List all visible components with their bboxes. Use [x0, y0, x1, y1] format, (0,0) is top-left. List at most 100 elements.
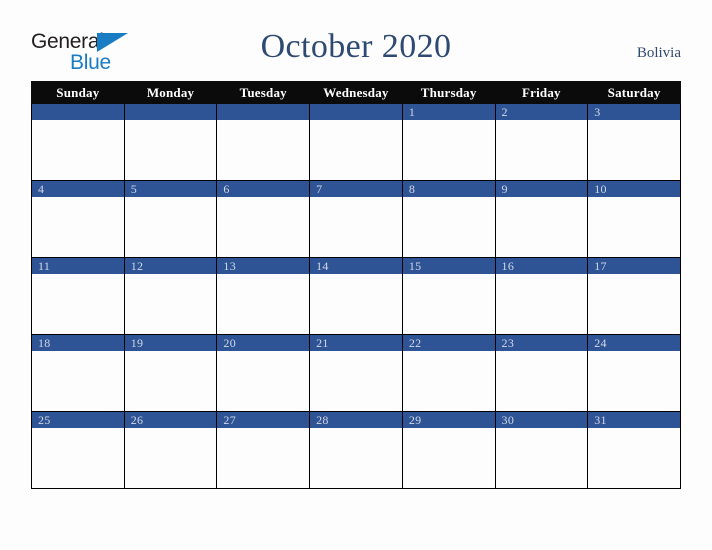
day-events-area[interactable] [588, 274, 680, 334]
day-events-area[interactable] [217, 351, 310, 411]
day-cell[interactable]: 2 [494, 103, 589, 181]
day-cell[interactable]: 11 [31, 257, 125, 335]
day-events-area[interactable] [32, 197, 124, 257]
day-cell[interactable]: 3 [587, 103, 681, 181]
day-events-area[interactable] [588, 120, 680, 180]
day-number: 19 [124, 335, 217, 351]
day-events-area[interactable] [124, 197, 217, 257]
day-number: 8 [402, 181, 495, 197]
day-cell[interactable]: 16 [494, 257, 589, 335]
day-cell[interactable]: 24 [587, 334, 681, 412]
day-cell[interactable]: 4 [31, 180, 125, 258]
day-events-area[interactable] [588, 197, 680, 257]
day-number: 31 [588, 412, 680, 428]
day-number: 6 [217, 181, 310, 197]
weekday-header-sunday: Sunday [31, 81, 125, 104]
day-cell[interactable]: 23 [494, 334, 589, 412]
day-cell[interactable]: 27 [216, 411, 311, 489]
day-cell[interactable]: 7 [309, 180, 403, 258]
day-cell[interactable]: 15 [401, 257, 496, 335]
day-events-area[interactable] [217, 197, 310, 257]
day-cell[interactable] [216, 103, 311, 181]
day-events-area[interactable] [310, 351, 402, 411]
day-events-area[interactable] [495, 274, 588, 334]
day-events-area[interactable] [495, 351, 588, 411]
day-events-area[interactable] [124, 274, 217, 334]
day-events-area[interactable] [32, 120, 124, 180]
day-events-area[interactable] [217, 120, 310, 180]
day-number: 17 [588, 258, 680, 274]
day-events-area[interactable] [402, 120, 495, 180]
calendar-container: Sunday Monday Tuesday Wednesday Thursday… [31, 81, 681, 489]
day-events-area[interactable] [124, 351, 217, 411]
day-number [217, 104, 310, 120]
calendar-week-row: 11 12 13 14 15 16 17 [31, 257, 681, 335]
calendar-table: Sunday Monday Tuesday Wednesday Thursday… [31, 81, 681, 489]
day-number: 18 [32, 335, 124, 351]
day-events-area[interactable] [32, 274, 124, 334]
day-cell[interactable]: 19 [123, 334, 218, 412]
day-number: 29 [402, 412, 495, 428]
day-events-area[interactable] [124, 428, 217, 488]
day-cell[interactable]: 28 [309, 411, 403, 489]
day-events-area[interactable] [402, 428, 495, 488]
day-events-area[interactable] [495, 197, 588, 257]
day-events-area[interactable] [310, 274, 402, 334]
day-events-area[interactable] [32, 351, 124, 411]
day-cell[interactable]: 18 [31, 334, 125, 412]
day-cell[interactable]: 10 [587, 180, 681, 258]
day-cell[interactable]: 17 [587, 257, 681, 335]
calendar-week-row: 18 19 20 21 22 23 24 [31, 334, 681, 412]
day-number: 27 [217, 412, 310, 428]
day-events-area[interactable] [217, 274, 310, 334]
day-number: 23 [495, 335, 588, 351]
day-events-area[interactable] [402, 274, 495, 334]
day-cell[interactable]: 5 [123, 180, 218, 258]
day-cell[interactable]: 29 [401, 411, 496, 489]
day-number [32, 104, 124, 120]
day-cell[interactable] [123, 103, 218, 181]
day-cell[interactable]: 9 [494, 180, 589, 258]
day-cell[interactable] [309, 103, 403, 181]
day-cell[interactable]: 13 [216, 257, 311, 335]
day-cell[interactable]: 1 [401, 103, 496, 181]
day-events-area[interactable] [588, 351, 680, 411]
day-number: 28 [310, 412, 402, 428]
weekday-header-friday: Friday [494, 81, 589, 104]
day-cell[interactable]: 12 [123, 257, 218, 335]
day-number: 10 [588, 181, 680, 197]
day-events-area[interactable] [402, 351, 495, 411]
day-cell[interactable]: 21 [309, 334, 403, 412]
day-cell[interactable]: 22 [401, 334, 496, 412]
day-events-area[interactable] [217, 428, 310, 488]
day-cell[interactable]: 20 [216, 334, 311, 412]
day-events-area[interactable] [495, 428, 588, 488]
day-number: 14 [310, 258, 402, 274]
day-events-area[interactable] [124, 120, 217, 180]
day-events-area[interactable] [402, 197, 495, 257]
day-cell[interactable]: 8 [401, 180, 496, 258]
calendar-week-row: 4 5 6 7 8 9 10 [31, 180, 681, 258]
day-number: 3 [588, 104, 680, 120]
day-cell[interactable] [31, 103, 125, 181]
day-number: 5 [124, 181, 217, 197]
day-events-area[interactable] [310, 120, 402, 180]
day-number: 20 [217, 335, 310, 351]
day-cell[interactable]: 26 [123, 411, 218, 489]
day-cell[interactable]: 31 [587, 411, 681, 489]
day-number: 2 [495, 104, 588, 120]
weekday-header-tuesday: Tuesday [216, 81, 311, 104]
day-cell[interactable]: 25 [31, 411, 125, 489]
calendar-header-row-group: Sunday Monday Tuesday Wednesday Thursday… [31, 81, 681, 104]
day-events-area[interactable] [495, 120, 588, 180]
day-cell[interactable]: 30 [494, 411, 589, 489]
day-events-area[interactable] [310, 428, 402, 488]
day-events-area[interactable] [588, 428, 680, 488]
day-cell[interactable]: 6 [216, 180, 311, 258]
weekday-header-monday: Monday [123, 81, 218, 104]
day-cell[interactable]: 14 [309, 257, 403, 335]
calendar-week-row: 25 26 27 28 29 30 31 [31, 411, 681, 489]
day-events-area[interactable] [310, 197, 402, 257]
day-events-area[interactable] [32, 428, 124, 488]
page-title: October 2020 [260, 28, 452, 65]
